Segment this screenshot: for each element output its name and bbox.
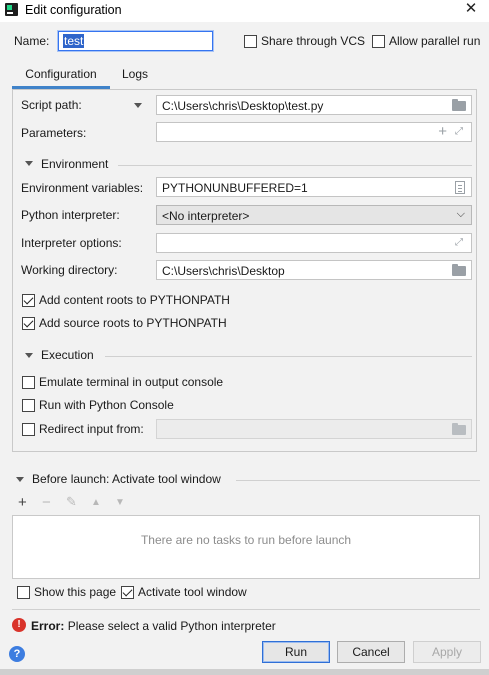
error-text: Please select a valid Python interpreter	[67, 619, 276, 633]
script-path-value: C:\Users\chris\Desktop\test.py	[162, 99, 324, 113]
section-divider	[118, 165, 472, 166]
interpreter-options-field[interactable]: ⤢	[156, 233, 472, 253]
show-page-label: Show this page	[34, 585, 117, 599]
edit-task-icon[interactable]: ✎	[66, 494, 77, 510]
execution-collapse-icon[interactable]	[25, 353, 33, 358]
allow-parallel-option[interactable]: Allow parallel run	[372, 34, 480, 48]
env-vars-browse-icon[interactable]	[455, 181, 465, 194]
env-vars-label: Environment variables:	[21, 181, 144, 195]
add-source-roots-option[interactable]: Add source roots to PYTHONPATH	[22, 316, 227, 330]
interpreter-label: Python interpreter:	[21, 208, 120, 222]
working-dir-field[interactable]: C:\Users\chris\Desktop	[156, 260, 472, 280]
add-source-roots-checkbox[interactable]	[22, 316, 35, 330]
section-divider	[105, 356, 472, 357]
env-vars-field[interactable]: PYTHONUNBUFFERED=1	[156, 177, 472, 197]
name-input-value: test	[63, 34, 85, 48]
add-content-roots-checkbox[interactable]	[22, 293, 35, 307]
section-divider	[236, 480, 480, 481]
cancel-button[interactable]: Cancel	[337, 641, 405, 663]
activate-tool-checkbox[interactable]	[121, 585, 134, 599]
allow-parallel-label: Allow parallel run	[389, 34, 481, 48]
script-path-field[interactable]: C:\Users\chris\Desktop\test.py	[156, 95, 472, 115]
run-python-console-checkbox[interactable]	[22, 398, 35, 412]
allow-parallel-checkbox[interactable]	[372, 34, 385, 48]
add-content-roots-label: Add content roots to PYTHONPATH	[39, 293, 230, 307]
redirect-input-option[interactable]: Redirect input from:	[22, 422, 144, 436]
redirect-input-field[interactable]	[156, 419, 472, 439]
footer-divider	[12, 609, 480, 610]
remove-task-icon[interactable]: −	[42, 494, 51, 511]
environment-section-title: Environment	[41, 157, 109, 171]
working-dir-label: Working directory:	[21, 263, 118, 277]
move-up-icon[interactable]: ▲	[91, 497, 101, 508]
folder-icon[interactable]	[452, 264, 466, 276]
script-type-dropdown-icon[interactable]	[134, 103, 142, 108]
show-page-checkbox[interactable]	[17, 585, 30, 599]
environment-collapse-icon[interactable]	[25, 161, 33, 166]
empty-tasks-message: There are no tasks to run before launch	[140, 533, 352, 547]
before-launch-collapse-icon[interactable]	[16, 477, 24, 482]
error-message: Error: Please select a valid Python inte…	[31, 619, 276, 633]
tab-configuration[interactable]: Configuration	[12, 63, 110, 87]
pycharm-logo-icon	[5, 3, 18, 16]
emulate-terminal-label: Emulate terminal in output console	[39, 375, 224, 389]
share-vcs-label: Share through VCS	[261, 34, 366, 48]
redirect-input-checkbox[interactable]	[22, 422, 35, 436]
window-bottom-edge	[0, 669, 489, 675]
show-page-option[interactable]: Show this page	[17, 585, 116, 599]
add-source-roots-label: Add source roots to PYTHONPATH	[39, 316, 227, 330]
name-label: Name:	[14, 34, 50, 48]
env-vars-value: PYTHONUNBUFFERED=1	[162, 181, 308, 195]
folder-icon[interactable]	[452, 423, 466, 435]
before-launch-title: Before launch: Activate tool window	[32, 472, 221, 486]
script-path-label: Script path:	[21, 98, 82, 112]
name-input[interactable]: test	[58, 31, 213, 51]
add-content-roots-option[interactable]: Add content roots to PYTHONPATH	[22, 293, 230, 307]
emulate-terminal-checkbox[interactable]	[22, 375, 35, 389]
share-vcs-option[interactable]: Share through VCS	[244, 34, 365, 48]
interpreter-select[interactable]: <No interpreter> ⌵	[156, 205, 472, 225]
redirect-input-label: Redirect input from:	[39, 422, 144, 436]
tab-border	[12, 89, 477, 90]
emulate-terminal-option[interactable]: Emulate terminal in output console	[22, 375, 223, 389]
share-vcs-checkbox[interactable]	[244, 34, 257, 48]
before-launch-task-list[interactable]: There are no tasks to run before launch	[12, 515, 480, 579]
execution-section-title: Execution	[41, 348, 94, 362]
expand-icon[interactable]: ⤢	[453, 126, 465, 138]
working-dir-value: C:\Users\chris\Desktop	[162, 264, 285, 278]
add-task-icon[interactable]: +	[18, 494, 27, 511]
run-python-console-option[interactable]: Run with Python Console	[22, 398, 174, 412]
error-prefix: Error:	[31, 619, 65, 633]
parameters-label: Parameters:	[21, 126, 87, 140]
folder-icon[interactable]	[452, 99, 466, 111]
tab-logs[interactable]: Logs	[122, 63, 148, 87]
parameters-field[interactable]: + ⤢	[156, 122, 472, 142]
error-icon: !	[12, 618, 26, 632]
move-down-icon[interactable]: ▼	[115, 497, 125, 508]
activate-tool-label: Activate tool window	[138, 585, 247, 599]
interpreter-value: <No interpreter>	[162, 209, 250, 223]
expand-icon[interactable]: ⤢	[453, 237, 465, 249]
interpreter-options-label: Interpreter options:	[21, 236, 122, 250]
run-python-console-label: Run with Python Console	[39, 398, 174, 412]
plus-icon[interactable]: +	[438, 124, 447, 140]
help-icon[interactable]: ?	[9, 646, 25, 662]
apply-button[interactable]: Apply	[413, 641, 481, 663]
activate-tool-option[interactable]: Activate tool window	[121, 585, 247, 599]
run-button[interactable]: Run	[262, 641, 330, 663]
chevron-down-icon: ⌵	[456, 208, 465, 220]
close-icon[interactable]: ✕	[462, 0, 480, 18]
window-title: Edit configuration	[25, 3, 122, 17]
